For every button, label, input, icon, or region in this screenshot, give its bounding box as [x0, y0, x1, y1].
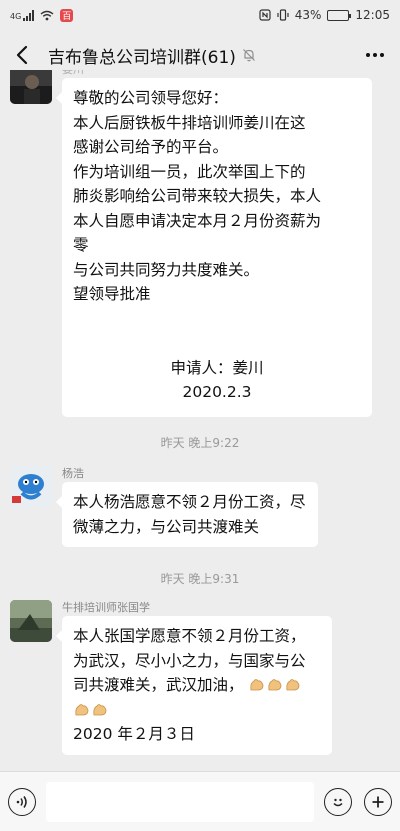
avatar[interactable] — [10, 466, 52, 508]
status-left: 4G 百 — [10, 8, 74, 22]
message-line: 司共渡难关，武汉加油， — [73, 673, 321, 698]
plus-icon[interactable] — [364, 787, 392, 816]
wifi-icon — [40, 10, 54, 20]
message-line: 微薄之力，与公司共渡难关 — [73, 517, 260, 536]
sender-name: 杨浩 — [62, 467, 84, 480]
message-line: 望领导批准 — [73, 285, 151, 303]
message-line: 尊敬的公司领导您好： — [73, 89, 229, 107]
message-line: 与公司共同努力共度难关。 — [73, 260, 260, 279]
message-text: 司共渡难关，武汉加油， — [73, 676, 244, 694]
message-line: 感谢公司给予的平台。 — [73, 138, 229, 156]
message-list[interactable]: 姜川 尊敬的公司领导您好： 本人后厨铁板牛排培训师姜川在这 感谢公司给予的平台。… — [0, 70, 400, 762]
message-bubble[interactable]: 本人杨浩愿意不领２月份工资，尽 微薄之力，与公司共渡难关 — [56, 482, 318, 547]
message-line — [73, 698, 321, 723]
nfc-icon — [259, 9, 271, 21]
message-line: 为武汉，尽小小之力，与国家与公 — [73, 651, 306, 670]
message-line: 肺炎影响给公司带来较大损失，本人 — [73, 187, 322, 205]
message-item: 牛排培训师张国学 本人张国学愿意不领２月份工资， 为武汉，尽小小之力，与国家与公… — [10, 600, 332, 755]
message-line: 本人自愿申请决定本月２月份资薪为 — [73, 211, 322, 230]
message-line: 本人杨浩愿意不领２月份工资，尽 — [73, 493, 306, 511]
message-bubble[interactable]: 尊敬的公司领导您好： 本人后厨铁板牛排培训师姜川在这 感谢公司给予的平台。 作为… — [56, 78, 372, 417]
notification-app-icon: 百 — [60, 8, 74, 22]
signature-line: 申请人：姜川 — [170, 358, 264, 377]
status-right: 43% 12:05 — [259, 8, 390, 22]
sender-name: 姜川 — [62, 70, 372, 78]
signature-date: 2020.2.3 — [182, 383, 252, 401]
message-input[interactable] — [46, 781, 314, 822]
sender-name: 牛排培训师张国学 — [62, 601, 150, 614]
message-line: 本人张国学愿意不领２月份工资， — [73, 627, 306, 645]
signal-icon: 4G — [10, 9, 35, 21]
flexed-biceps-emoji-icon — [93, 703, 107, 715]
message-item: 杨浩 本人杨浩愿意不领２月份工资，尽 微薄之力，与公司共渡难关 — [10, 466, 318, 547]
avatar[interactable] — [10, 600, 52, 642]
time-separator: 昨天 晚上9:22 — [160, 436, 240, 450]
more-dots-icon[interactable] — [362, 44, 388, 66]
message-line: 零 — [73, 236, 89, 254]
flexed-biceps-emoji-icon — [250, 679, 264, 691]
bell-muted-icon — [242, 49, 255, 62]
chevron-left-icon[interactable] — [12, 44, 34, 66]
time-separator: 昨天 晚上9:31 — [160, 572, 240, 586]
message-item: 姜川 尊敬的公司领导您好： 本人后厨铁板牛排培训师姜川在这 感谢公司给予的平台。… — [10, 70, 372, 417]
message-line: 作为培训组一员，此次举国上下的 — [73, 162, 306, 181]
clock: 12:05 — [355, 8, 390, 22]
avatar[interactable] — [10, 70, 52, 104]
flexed-biceps-emoji-icon — [75, 703, 89, 715]
status-bar: 4G 百 43% 12:05 — [0, 0, 400, 30]
chat-title: 吉布鲁总公司培训群(61) — [48, 47, 236, 68]
vibrate-icon — [277, 9, 289, 21]
network-type-label: 4G — [10, 11, 22, 21]
flexed-biceps-emoji-icon — [268, 679, 282, 691]
message-bubble[interactable]: 本人张国学愿意不领２月份工资， 为武汉，尽小小之力，与国家与公 司共渡难关，武汉… — [56, 616, 332, 755]
message-date-line: 2020 年２月３日 — [73, 725, 195, 743]
emoji-icon[interactable] — [324, 787, 352, 816]
voice-icon[interactable] — [8, 787, 36, 816]
battery-icon — [327, 9, 352, 21]
flexed-biceps-emoji-icon — [286, 679, 300, 691]
battery-percent: 43% — [294, 8, 322, 22]
message-line: 本人后厨铁板牛排培训师姜川在这 — [73, 113, 306, 132]
input-bar — [0, 771, 400, 831]
